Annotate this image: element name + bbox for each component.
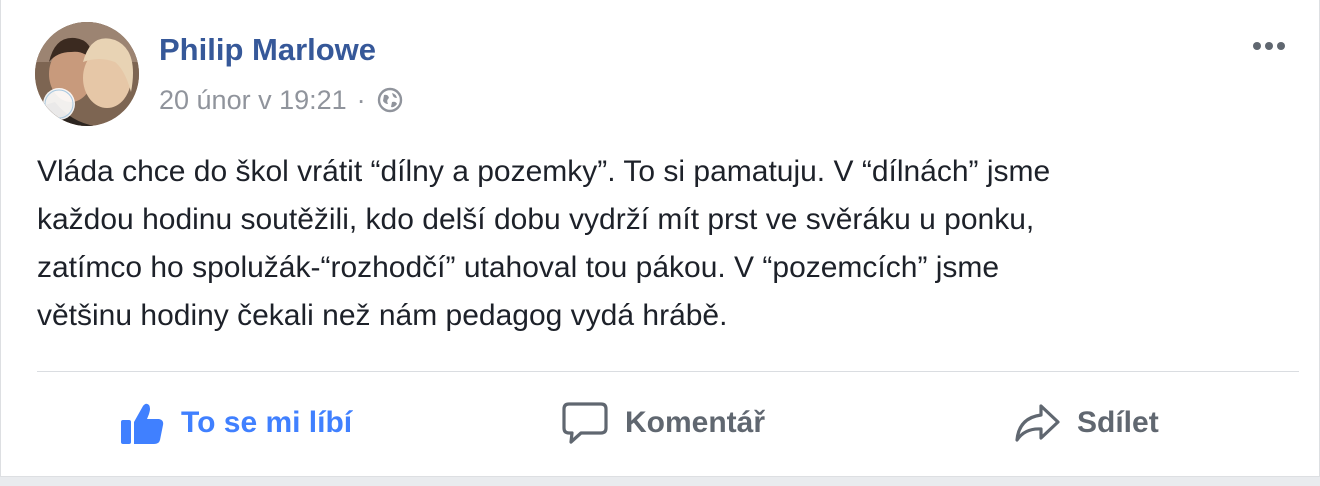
- more-options-icon[interactable]: [1249, 34, 1289, 58]
- post-timestamp[interactable]: 20 únor v 19:21: [159, 85, 347, 116]
- post-card: Philip Marlowe 20 únor v 19:21 · Vláda c…: [0, 0, 1320, 477]
- comment-bubble-icon: [562, 402, 608, 444]
- post-text: Vláda chce do škol vrátit “dílny a pozem…: [37, 148, 1297, 340]
- comment-button[interactable]: Komentář: [561, 378, 765, 468]
- avatar-photo: [35, 22, 139, 126]
- post-text-line: Vláda chce do škol vrátit “dílny a pozem…: [37, 155, 1051, 188]
- share-button[interactable]: Sdílet: [1013, 378, 1159, 468]
- actions-divider: [37, 371, 1299, 372]
- thumbs-up-icon: [121, 403, 164, 444]
- share-label: Sdílet: [1077, 406, 1159, 439]
- author-name[interactable]: Philip Marlowe: [159, 32, 376, 68]
- share-arrow-icon: [1015, 404, 1060, 442]
- meta-separator: ·: [356, 84, 366, 115]
- feed-background: [0, 477, 1320, 486]
- like-label: To se mi líbí: [181, 406, 353, 439]
- post-text-line: většinu hodiny čekali než nám pedagog vy…: [37, 299, 728, 332]
- comment-label: Komentář: [625, 406, 766, 439]
- post-text-line: každou hodinu soutěžili, kdo delší dobu …: [37, 203, 1035, 236]
- post-meta: 20 únor v 19:21 ·: [159, 84, 404, 116]
- post-text-line: zatímco ho spolužák-“rozhodčí” utahoval …: [37, 251, 1000, 284]
- post-actions-bar: To se mi líbí Komentář Sdílet: [37, 378, 1299, 468]
- like-button[interactable]: To se mi líbí: [119, 378, 352, 468]
- globe-icon[interactable]: [376, 86, 404, 114]
- avatar[interactable]: [35, 22, 139, 126]
